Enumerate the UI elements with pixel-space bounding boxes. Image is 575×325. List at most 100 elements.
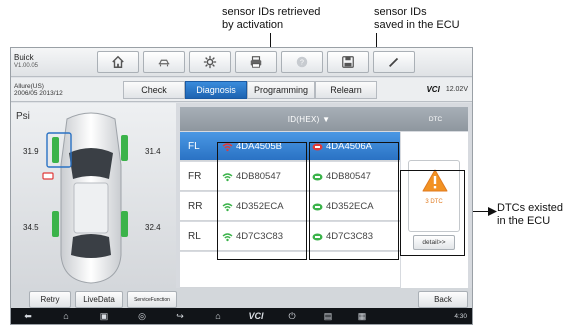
sensor-row-rl[interactable]: RL 4D7C3C83 4D7C3C83 (180, 222, 400, 251)
retrieved-id: 4D7C3C83 (236, 231, 283, 242)
power-icon[interactable]: ⏻ (281, 308, 303, 324)
browser-icon[interactable]: ◎ (131, 308, 153, 324)
tab-diagnosis[interactable]: Diagnosis (185, 81, 247, 99)
wifi-icon (222, 232, 233, 241)
tablet-screen: Buick V1.00.05 ? Allure(US) 2006/05 2013… (10, 47, 473, 325)
sensor-row-rr[interactable]: RR 4D352ECA 4D352ECA (180, 192, 400, 221)
sensor-alert-icon (312, 143, 323, 150)
sensor-ok-icon (312, 233, 323, 240)
retrieved-id-cell: 4DB80547 (222, 162, 281, 191)
retrieved-id: 4DB80547 (236, 171, 281, 182)
callout-saved: sensor IDs saved in the ECU (374, 6, 460, 31)
pressure-unit: Psi (16, 111, 30, 122)
pressure-fl: 31.9 (23, 147, 39, 156)
retry-button[interactable]: Retry (29, 291, 71, 308)
dtc-column-header: DTC (428, 115, 443, 123)
home-button[interactable] (97, 51, 139, 73)
retrieved-id-cell: 4D352ECA (222, 192, 284, 221)
vehicle-years: 2006/05 2013/12 (14, 90, 63, 97)
saved-id: 4D7C3C83 (326, 231, 373, 242)
edit-button[interactable] (373, 51, 415, 73)
vci-status: VCI 12.02V (426, 85, 468, 94)
wifi-alert-icon (222, 142, 233, 151)
battery-voltage: 12.02V (445, 86, 468, 93)
detail-button[interactable]: detail>> (413, 235, 455, 250)
sensor-ok-icon (312, 203, 323, 210)
car-top-view-icon (42, 112, 128, 284)
saved-id: 4D352ECA (326, 201, 374, 212)
row-position: FR (188, 171, 202, 182)
vehicle-info: Buick V1.00.05 (14, 53, 38, 71)
car-icon[interactable]: ▤ (317, 308, 339, 324)
dtc-panel: 3 DTC detail>> (401, 132, 468, 288)
back-button[interactable]: Back (418, 291, 468, 308)
home-icon (112, 55, 124, 68)
maxisys-home-icon[interactable]: ⌂ (207, 308, 229, 324)
main-area: Psi 31.9 31.4 34.5 32.4 ID(HEX) ▼ DTC FL… (11, 103, 472, 288)
svg-text:?: ? (300, 60, 304, 67)
callout-dtcs: DTCs existed in the ECU (497, 202, 564, 227)
livedata-button[interactable]: LiveData (75, 291, 123, 308)
saved-id-cell: 4DA4506A (312, 132, 372, 161)
sensor-row-fr[interactable]: FR 4DB80547 4DB80547 (180, 162, 400, 191)
sensor-ok-icon (312, 173, 323, 180)
vehicle-swap-button[interactable] (143, 51, 185, 73)
saved-id: 4DB80547 (326, 171, 371, 182)
function-tabbar: Allure(US) 2006/05 2013/12 Check Diagnos… (11, 78, 472, 102)
vci-label: VCI (426, 85, 440, 94)
dtc-count: 3 DTC (425, 199, 443, 205)
settings-icon (203, 55, 217, 69)
arrow-icon (488, 207, 497, 216)
help-icon: ? (296, 56, 308, 68)
print-icon (250, 56, 262, 68)
callout-retrieved: sensor IDs retrieved by activation (222, 6, 321, 31)
sensor-row-fl[interactable]: FL 4DA4505B 4DA4506A (180, 132, 400, 161)
wifi-icon (222, 172, 233, 181)
service-function-button[interactable]: ServiceFunction (127, 291, 177, 308)
id-hex-column-header[interactable]: ID(HEX) ▼ (218, 107, 400, 131)
pressure-fr: 31.4 (145, 147, 161, 156)
vehicle-model-info: Allure(US) 2006/05 2013/12 (14, 83, 63, 97)
vehicle-make: Buick (14, 53, 34, 62)
edit-icon (389, 57, 399, 67)
saved-id-cell: 4D352ECA (312, 192, 374, 221)
row-position: FL (188, 141, 200, 152)
tab-programming[interactable]: Programming (247, 81, 315, 99)
retrieved-id: 4D352ECA (236, 201, 284, 212)
saved-id-cell: 4D7C3C83 (312, 222, 373, 251)
save-button[interactable] (327, 51, 369, 73)
home-nav-icon[interactable]: ⌂ (55, 308, 77, 324)
pressure-rl: 34.5 (23, 223, 39, 232)
tab-relearn[interactable]: Relearn (315, 81, 377, 99)
help-button[interactable]: ? (281, 51, 323, 73)
warning-icon (422, 169, 448, 192)
retrieved-id-cell: 4D7C3C83 (222, 222, 283, 251)
retrieved-id: 4DA4505B (236, 141, 282, 152)
recents-nav-icon[interactable]: ▣ (93, 308, 115, 324)
sensor-table-header: ID(HEX) ▼ DTC (180, 107, 468, 131)
wifi-icon (222, 202, 233, 211)
dtc-box: 3 DTC (408, 160, 460, 232)
bottom-function-bar: Retry LiveData ServiceFunction Back (11, 288, 472, 308)
pressure-rr: 32.4 (145, 223, 161, 232)
vehicle-model: Allure(US) (14, 83, 44, 90)
screenshot-icon[interactable]: ↪ (169, 308, 191, 324)
save-icon (342, 56, 354, 68)
car-swap-icon (158, 59, 170, 67)
vci-shortcut-icon[interactable]: VCI (243, 308, 269, 324)
back-nav-icon[interactable]: ⬅ (17, 308, 39, 324)
row-position: RR (188, 201, 203, 212)
settings-button[interactable] (189, 51, 231, 73)
saved-id: 4DA4506A (326, 141, 372, 152)
tire-status-panel: Psi 31.9 31.4 34.5 32.4 (11, 103, 176, 288)
software-version: V1.00.05 (14, 63, 39, 69)
pro-icon[interactable]: ▦ (351, 308, 373, 324)
print-button[interactable] (235, 51, 277, 73)
tab-check[interactable]: Check (123, 81, 185, 99)
row-position: RL (188, 231, 201, 242)
clock: 4:30 (454, 312, 467, 320)
top-toolbar: Buick V1.00.05 ? (11, 48, 472, 77)
empty-row (180, 252, 400, 288)
retrieved-id-cell: 4DA4505B (222, 132, 282, 161)
system-navbar: ⬅ ⌂ ▣ ◎ ↪ ⌂ VCI ⏻ ▤ ▦ 4:30 (11, 308, 472, 324)
